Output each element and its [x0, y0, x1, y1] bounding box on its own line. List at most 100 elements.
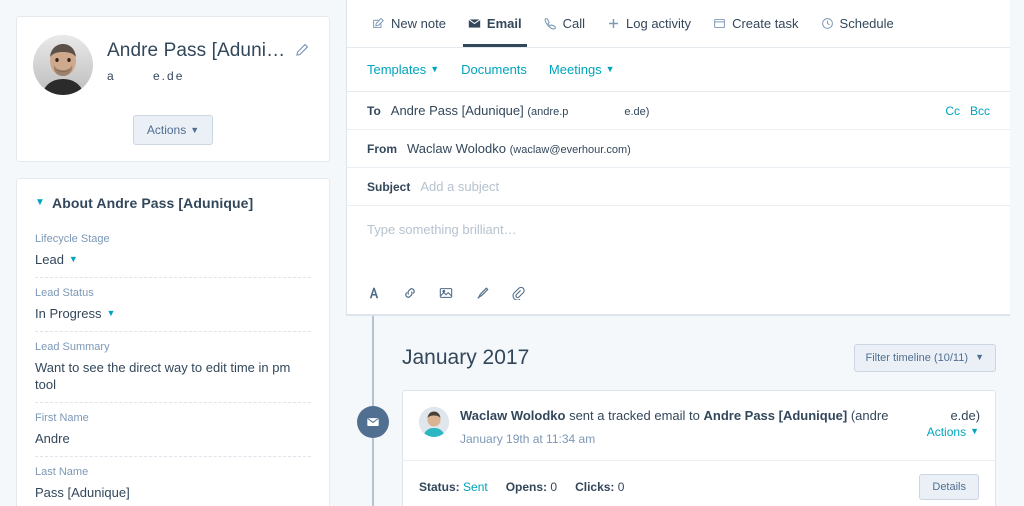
property-label: Lead Status	[35, 287, 311, 299]
property-label: Lifecycle Stage	[35, 233, 311, 245]
tab-schedule[interactable]: Schedule	[810, 0, 905, 47]
avatar	[419, 407, 449, 437]
envelope-icon	[357, 406, 389, 438]
attachment-icon[interactable]	[511, 286, 525, 300]
meetings-menu[interactable]: Meetings ▼	[549, 62, 615, 77]
templates-label: Templates	[367, 62, 426, 77]
chevron-down-icon: ▼	[430, 64, 439, 74]
property-label: Last Name	[35, 466, 311, 478]
timeline-month-heading: January 2017	[402, 346, 529, 370]
timeline-actions-menu[interactable]: Actions ▼	[927, 407, 979, 439]
details-button[interactable]: Details	[919, 474, 979, 500]
from-sender-name: Waclaw Wolodko	[407, 141, 506, 156]
clicks-stat: Clicks: 0	[575, 480, 624, 494]
property-label: Lead Summary	[35, 341, 311, 353]
avatar	[33, 35, 93, 95]
from-field-row[interactable]: From Waclaw Wolodko (waclaw@everhour.com…	[347, 130, 1010, 168]
property-value: Lead▼	[35, 251, 311, 268]
timeline-item: Waclaw Wolodko sent a tracked email to A…	[346, 390, 1010, 506]
opens-label: Opens:	[506, 480, 547, 494]
email-body-input[interactable]: Type something brilliant…	[347, 206, 1010, 278]
clicks-value: 0	[618, 480, 625, 494]
to-recipient-name: Andre Pass [Adunique]	[391, 103, 524, 118]
timeline-activity-text: Waclaw Wolodko sent a tracked email to A…	[460, 407, 916, 425]
about-card: ▼ About Andre Pass [Adunique] Lifecycle …	[16, 178, 330, 506]
timeline-actor: Waclaw Wolodko	[460, 408, 565, 423]
tab-create-task[interactable]: Create task	[702, 0, 809, 47]
tab-email[interactable]: Email	[457, 0, 533, 47]
sidebar: Andre Pass [Aduni… a e.de Actions ▼ ▼ Abo…	[0, 0, 346, 506]
tab-label: New note	[391, 16, 446, 31]
activity-timeline: January 2017 Filter timeline (10/11) ▼	[346, 316, 1024, 506]
property-value: In Progress▼	[35, 305, 311, 322]
cc-link[interactable]: Cc	[945, 104, 960, 118]
to-address-suffix: e.de)	[624, 106, 649, 118]
profile-email: a e.de	[107, 69, 313, 83]
timeline-card: Waclaw Wolodko sent a tracked email to A…	[402, 390, 996, 506]
chevron-down-icon: ▼	[190, 125, 199, 135]
to-field-row[interactable]: To Andre Pass [Adunique] (andre.pe.de) C…	[347, 92, 1010, 130]
property-value: Andre	[35, 430, 311, 447]
chevron-down-icon: ▼	[975, 352, 984, 362]
chevron-down-icon: ▼	[970, 426, 979, 436]
opens-stat: Opens: 0	[506, 480, 557, 494]
tab-call[interactable]: Call	[533, 0, 596, 47]
property-lifecycle-stage[interactable]: Lifecycle Stage Lead▼	[35, 233, 311, 278]
property-last-name[interactable]: Last Name Pass [Adunique]	[35, 466, 311, 506]
timeline-card-header: Waclaw Wolodko sent a tracked email to A…	[403, 391, 995, 460]
profile-actions-button[interactable]: Actions ▼	[133, 115, 213, 145]
property-lead-summary[interactable]: Lead Summary Want to see the direct way …	[35, 341, 311, 403]
clock-icon	[821, 17, 834, 30]
tab-label: Email	[487, 16, 522, 31]
filter-timeline-button[interactable]: Filter timeline (10/11) ▼	[854, 344, 996, 372]
property-value-text: Lead	[35, 252, 64, 267]
property-lead-status[interactable]: Lead Status In Progress▼	[35, 287, 311, 332]
body-placeholder: Type something brilliant…	[367, 222, 990, 237]
subject-input[interactable]: Add a subject	[420, 179, 990, 194]
timeline-recipient: Andre Pass [Adunique]	[703, 408, 847, 423]
envelope-icon	[468, 17, 481, 30]
status-badge: Status: Sent	[419, 480, 488, 494]
profile-identity: Andre Pass [Aduni… a e.de	[107, 35, 313, 83]
tab-new-note[interactable]: New note	[361, 0, 457, 47]
bcc-link[interactable]: Bcc	[970, 104, 990, 118]
opens-value: 0	[550, 480, 557, 494]
task-icon	[713, 17, 726, 30]
phone-icon	[544, 17, 557, 30]
to-value: Andre Pass [Adunique] (andre.p e.de)	[391, 103, 946, 118]
from-value: Waclaw Wolodko (waclaw@everhour.com)	[407, 141, 990, 156]
timeline-actions-label: Actions	[927, 425, 966, 439]
pencil-icon[interactable]	[295, 43, 309, 57]
status-value: Sent	[463, 480, 488, 494]
cc-bcc-group: Cc Bcc	[945, 104, 990, 118]
property-value: Want to see the direct way to edit time …	[35, 359, 311, 393]
subject-field-row[interactable]: Subject Add a subject	[347, 168, 1010, 206]
signature-icon[interactable]	[475, 286, 489, 300]
property-label: First Name	[35, 412, 311, 424]
tab-label: Call	[563, 16, 585, 31]
profile-actions-label: Actions	[147, 123, 186, 137]
font-icon[interactable]	[367, 286, 381, 300]
plus-icon	[607, 17, 620, 30]
documents-menu[interactable]: Documents	[461, 62, 527, 77]
page-title: Andre Pass [Aduni…	[107, 39, 313, 63]
chevron-down-icon: ▼	[606, 64, 615, 74]
image-icon[interactable]	[439, 286, 453, 300]
composer-subbar: Templates ▼ Documents Meetings ▼	[347, 48, 1010, 92]
property-value-text: In Progress	[35, 306, 101, 321]
timeline-timestamp: January 19th at 11:34 am	[460, 432, 916, 446]
templates-menu[interactable]: Templates ▼	[367, 62, 439, 77]
about-header[interactable]: ▼ About Andre Pass [Adunique]	[35, 195, 311, 211]
from-address: (waclaw@everhour.com)	[510, 144, 631, 156]
link-icon[interactable]	[403, 286, 417, 300]
tab-log-activity[interactable]: Log activity	[596, 0, 702, 47]
to-address-prefix: (andre.p	[527, 106, 568, 118]
note-pencil-icon	[372, 17, 385, 30]
from-label: From	[367, 142, 397, 156]
tab-label: Schedule	[840, 16, 894, 31]
meetings-label: Meetings	[549, 62, 602, 77]
chevron-down-icon: ▼	[35, 198, 45, 208]
status-label: Status:	[419, 480, 460, 494]
property-first-name[interactable]: First Name Andre	[35, 412, 311, 457]
contact-profile-card: Andre Pass [Aduni… a e.de Actions ▼	[16, 16, 330, 162]
